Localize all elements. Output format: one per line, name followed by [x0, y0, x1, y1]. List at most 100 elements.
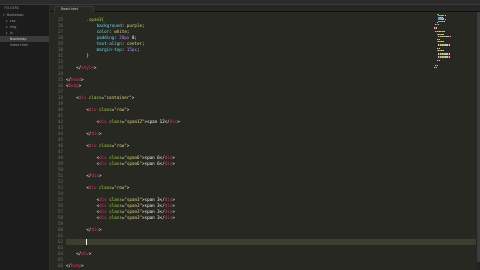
code-token: 15px — [126, 47, 137, 52]
code-line[interactable]: <div class="container"> — [76, 95, 134, 101]
code-token: "row" — [114, 143, 127, 148]
code-token: class — [109, 209, 122, 214]
code-token: padding — [96, 35, 115, 40]
code-token: >span 6</ — [142, 161, 165, 166]
code-token: > — [126, 143, 130, 148]
code-line[interactable]: <div class="span12">span 12</div> — [97, 119, 180, 125]
code-line[interactable]: <div class="span6">span 6</div> — [97, 161, 175, 167]
code-token: ; — [142, 41, 145, 46]
sidebar-item-label: index.html — [10, 43, 29, 47]
code-token: > — [172, 209, 175, 214]
code-token: class — [99, 143, 112, 148]
code-token: class — [109, 161, 122, 166]
scrollbar-thumb[interactable] — [476, 12, 480, 262]
minimap[interactable] — [434, 12, 470, 72]
code-token: >span 6</ — [142, 155, 165, 160]
code-line[interactable]: <div class="row"> — [86, 185, 129, 191]
code-line[interactable]: </body> — [66, 263, 84, 269]
code-token: > — [172, 215, 175, 220]
code-token: 0; — [129, 35, 137, 40]
code-line[interactable]: </style> — [76, 65, 96, 71]
minimap-mark — [438, 38, 440, 40]
code-token: style — [81, 65, 94, 70]
code-token: class — [109, 215, 122, 220]
minimap-mark — [449, 45, 451, 47]
code-token: background — [96, 23, 122, 28]
code-line[interactable]: <body> — [66, 83, 81, 89]
code-token: >span 3</ — [142, 209, 165, 214]
code-line[interactable]: } — [86, 53, 89, 59]
code-token: div — [99, 161, 107, 166]
code-token: > — [81, 263, 84, 268]
minimap-mark — [443, 41, 444, 43]
code-token: div — [99, 203, 107, 208]
minimap-mark — [443, 50, 444, 52]
code-token: div — [99, 155, 107, 160]
code-token: "span6" — [124, 155, 143, 160]
minimap-mark — [438, 59, 440, 61]
code-token: > — [172, 161, 175, 166]
code-token: } — [86, 53, 89, 58]
code-token: "span12" — [124, 119, 145, 124]
code-line[interactable]: <div class="span3">span 3</div> — [97, 215, 175, 221]
line-number: 66 — [57, 263, 63, 268]
code-token: div — [91, 131, 100, 136]
code-line[interactable]: <div class="row"> — [86, 143, 129, 149]
code-line[interactable]: </div> — [86, 131, 101, 137]
code-token: div — [99, 197, 107, 202]
line-number-gutter: 25 26 27 28 29 30 31 32 33 34 35 36 37 38 39 40 41 42 43 44… — [50, 12, 64, 270]
code-token: > — [81, 77, 84, 82]
code-token: > — [78, 83, 82, 88]
code-token: > — [126, 107, 130, 112]
code-token: margin-top — [96, 47, 122, 52]
code-token: div — [99, 209, 107, 214]
current-line-highlight — [66, 239, 480, 245]
code-token: div — [81, 251, 89, 256]
minimap-mark — [436, 28, 437, 30]
code-token: > — [88, 251, 92, 256]
code-token: div — [91, 227, 100, 232]
code-token: div — [99, 215, 107, 220]
code-token: div — [88, 107, 97, 112]
code-token: body — [71, 263, 82, 268]
code-token: > — [99, 131, 102, 136]
code-token: > — [177, 119, 180, 124]
code-token: body — [68, 83, 79, 88]
code-token: class — [88, 95, 102, 100]
code-token: "span3" — [124, 215, 143, 220]
code-token: class — [109, 119, 122, 124]
code-token: >span 3</ — [142, 197, 165, 202]
code-token: ; — [136, 47, 140, 52]
code-line[interactable]: </div> — [86, 173, 101, 179]
code-token: purple — [126, 23, 142, 28]
code-token: ; — [126, 29, 130, 34]
tab-bar: Read.html — [50, 5, 480, 12]
code-token: "row" — [114, 185, 127, 190]
code-token: > — [99, 173, 102, 178]
minimap-mark — [450, 36, 451, 38]
code-token: "container" — [103, 95, 132, 100]
vertical-scrollbar[interactable] — [476, 12, 480, 270]
minimap-mark — [436, 21, 438, 23]
code-token: text-align — [96, 41, 122, 46]
code-token: > — [126, 185, 130, 190]
minimap-mark — [436, 67, 437, 69]
code-token: "span3" — [124, 203, 143, 208]
code-token: > — [172, 203, 175, 208]
sidebar-item-index-html[interactable]: index.html — [0, 42, 49, 48]
sidebar-item-label: js — [10, 31, 13, 35]
code-token: class — [109, 197, 122, 202]
sidebar-item-label: css — [10, 19, 16, 23]
code-line[interactable]: margin-top: 15px; — [97, 47, 140, 53]
code-line[interactable]: </div> — [76, 251, 91, 257]
code-token: > — [172, 155, 175, 160]
code-token: class — [109, 155, 122, 160]
code-token: "row" — [114, 107, 127, 112]
code-token: "span3" — [124, 197, 143, 202]
code-line[interactable]: <div class="row"> — [86, 107, 129, 113]
code-line[interactable]: </div> — [86, 227, 101, 233]
code-editor[interactable]: 25 26 27 28 29 30 31 32 33 34 35 36 37 38 39 40 41 42 43 44… — [50, 12, 480, 270]
code-token: center — [126, 41, 142, 46]
code-token: >span 3</ — [142, 203, 165, 208]
minimap-mark — [443, 33, 444, 35]
